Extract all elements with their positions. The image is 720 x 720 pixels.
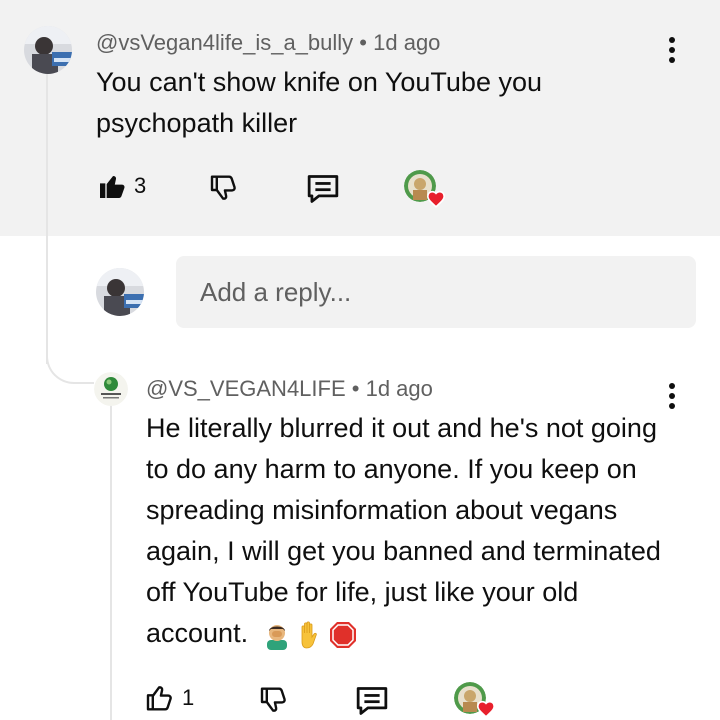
reply-meta: @VS_VEGAN4LIFE • 1d ago <box>146 376 433 402</box>
thread-line <box>46 74 48 364</box>
raised-hand-icon <box>301 621 317 649</box>
reply-timestamp[interactable]: 1d ago <box>366 376 433 401</box>
comment-text: You can't show knife on YouTube you psyc… <box>96 67 543 138</box>
creator-heart-icon <box>476 700 496 718</box>
reply-like-button[interactable]: 1 <box>144 682 194 714</box>
reply-more-vert-icon[interactable] <box>667 383 677 409</box>
reply-text: He literally blurred it out and he's not… <box>146 413 661 648</box>
emoji-group <box>262 620 358 650</box>
reply-icon <box>356 687 388 715</box>
thread-connector <box>46 330 94 384</box>
like-outline-icon <box>146 686 172 711</box>
current-user-avatar <box>96 268 144 316</box>
commenter-avatar[interactable] <box>24 26 72 74</box>
dislike-button[interactable] <box>208 172 240 204</box>
meta-separator: • <box>351 376 360 401</box>
creator-heart <box>404 170 448 210</box>
reply-button[interactable] <box>305 172 341 206</box>
reply-icon <box>307 175 339 203</box>
comment-more-vert-icon[interactable] <box>667 37 677 63</box>
like-count: 3 <box>134 173 147 198</box>
replier-avatar[interactable] <box>94 372 128 406</box>
like-button[interactable]: 3 <box>96 170 146 202</box>
stop-sign-icon <box>329 621 356 648</box>
like-filled-icon <box>100 176 125 198</box>
reply-dislike-button[interactable] <box>258 684 290 716</box>
creator-heart-icon <box>426 190 446 208</box>
reply-creator-heart <box>454 682 498 720</box>
dislike-icon <box>260 687 286 712</box>
reply-author-handle[interactable]: @VS_VEGAN4LIFE <box>146 376 346 401</box>
reply-text-block: He literally blurred it out and he's not… <box>146 408 666 654</box>
reply-reply-button[interactable] <box>354 684 390 718</box>
comment-author-handle[interactable]: @vsVegan4life_is_a_bully <box>96 30 353 55</box>
man-facepalming-icon <box>266 624 287 650</box>
reply-input-container[interactable] <box>176 256 696 328</box>
dislike-icon <box>210 175 236 200</box>
comment-meta: @vsVegan4life_is_a_bully • 1d ago <box>96 30 440 56</box>
meta-separator: • <box>359 30 367 55</box>
comment-timestamp[interactable]: 1d ago <box>373 30 440 55</box>
reply-input[interactable] <box>176 256 696 328</box>
reply-thread-line <box>110 404 112 720</box>
reply-like-count: 1 <box>182 685 195 710</box>
